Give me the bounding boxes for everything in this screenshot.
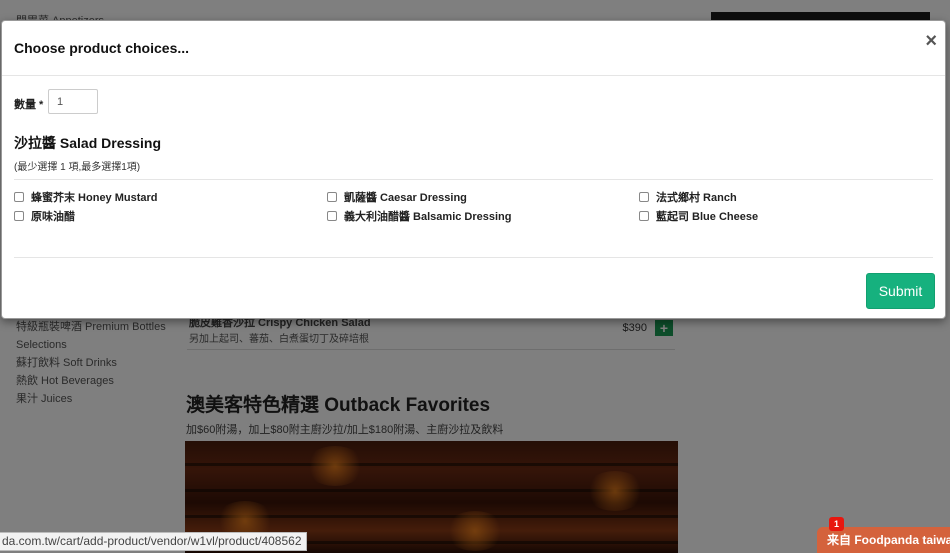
option-caesar[interactable]: 凱薩醬 Caesar Dressing <box>327 189 467 205</box>
checkbox[interactable] <box>14 211 24 221</box>
option-label: 原味油醋 <box>31 211 75 223</box>
modal-footer: Submit <box>14 257 935 319</box>
close-icon[interactable]: × <box>925 30 937 53</box>
status-bar-url: da.com.tw/cart/add-product/vendor/w1vl/p… <box>0 532 307 551</box>
option-honey-mustard[interactable]: 蜂蜜芥末 Honey Mustard <box>14 189 158 205</box>
product-choices-modal: Choose product choices... × 數量 * 沙拉醬 Sal… <box>1 20 946 319</box>
option-group-title: 沙拉醬 Salad Dressing <box>14 135 162 151</box>
option-vinaigrette[interactable]: 原味油醋 <box>14 208 75 224</box>
modal-header: Choose product choices... × <box>2 21 945 76</box>
option-balsamic[interactable]: 義大利油醋醬 Balsamic Dressing <box>327 208 512 224</box>
submit-button[interactable]: Submit <box>866 273 935 309</box>
checkbox[interactable] <box>327 211 337 221</box>
checkbox[interactable] <box>327 192 337 202</box>
option-blue-cheese[interactable]: 藍起司 Blue Cheese <box>639 208 758 224</box>
option-group-hint: (最少選擇 1 項,最多選擇1項) <box>14 162 141 173</box>
option-label: 法式鄉村 Ranch <box>656 192 737 204</box>
modal-body: 數量 * 沙拉醬 Salad Dressing (最少選擇 1 項,最多選擇1項… <box>2 76 945 258</box>
divider <box>14 179 933 180</box>
option-label: 藍起司 Blue Cheese <box>656 211 759 223</box>
option-label: 義大利油醋醬 Balsamic Dressing <box>344 211 512 223</box>
option-ranch[interactable]: 法式鄉村 Ranch <box>639 189 737 205</box>
chat-badge: 1 <box>829 517 844 531</box>
checkbox[interactable] <box>639 211 649 221</box>
quantity-label: 數量 * <box>14 99 44 111</box>
modal-title: Choose product choices... <box>14 40 190 56</box>
checkbox[interactable] <box>14 192 24 202</box>
option-label: 凱薩醬 Caesar Dressing <box>344 192 467 204</box>
checkbox[interactable] <box>639 192 649 202</box>
option-label: 蜂蜜芥末 Honey Mustard <box>31 192 158 204</box>
quantity-input[interactable] <box>48 89 98 114</box>
